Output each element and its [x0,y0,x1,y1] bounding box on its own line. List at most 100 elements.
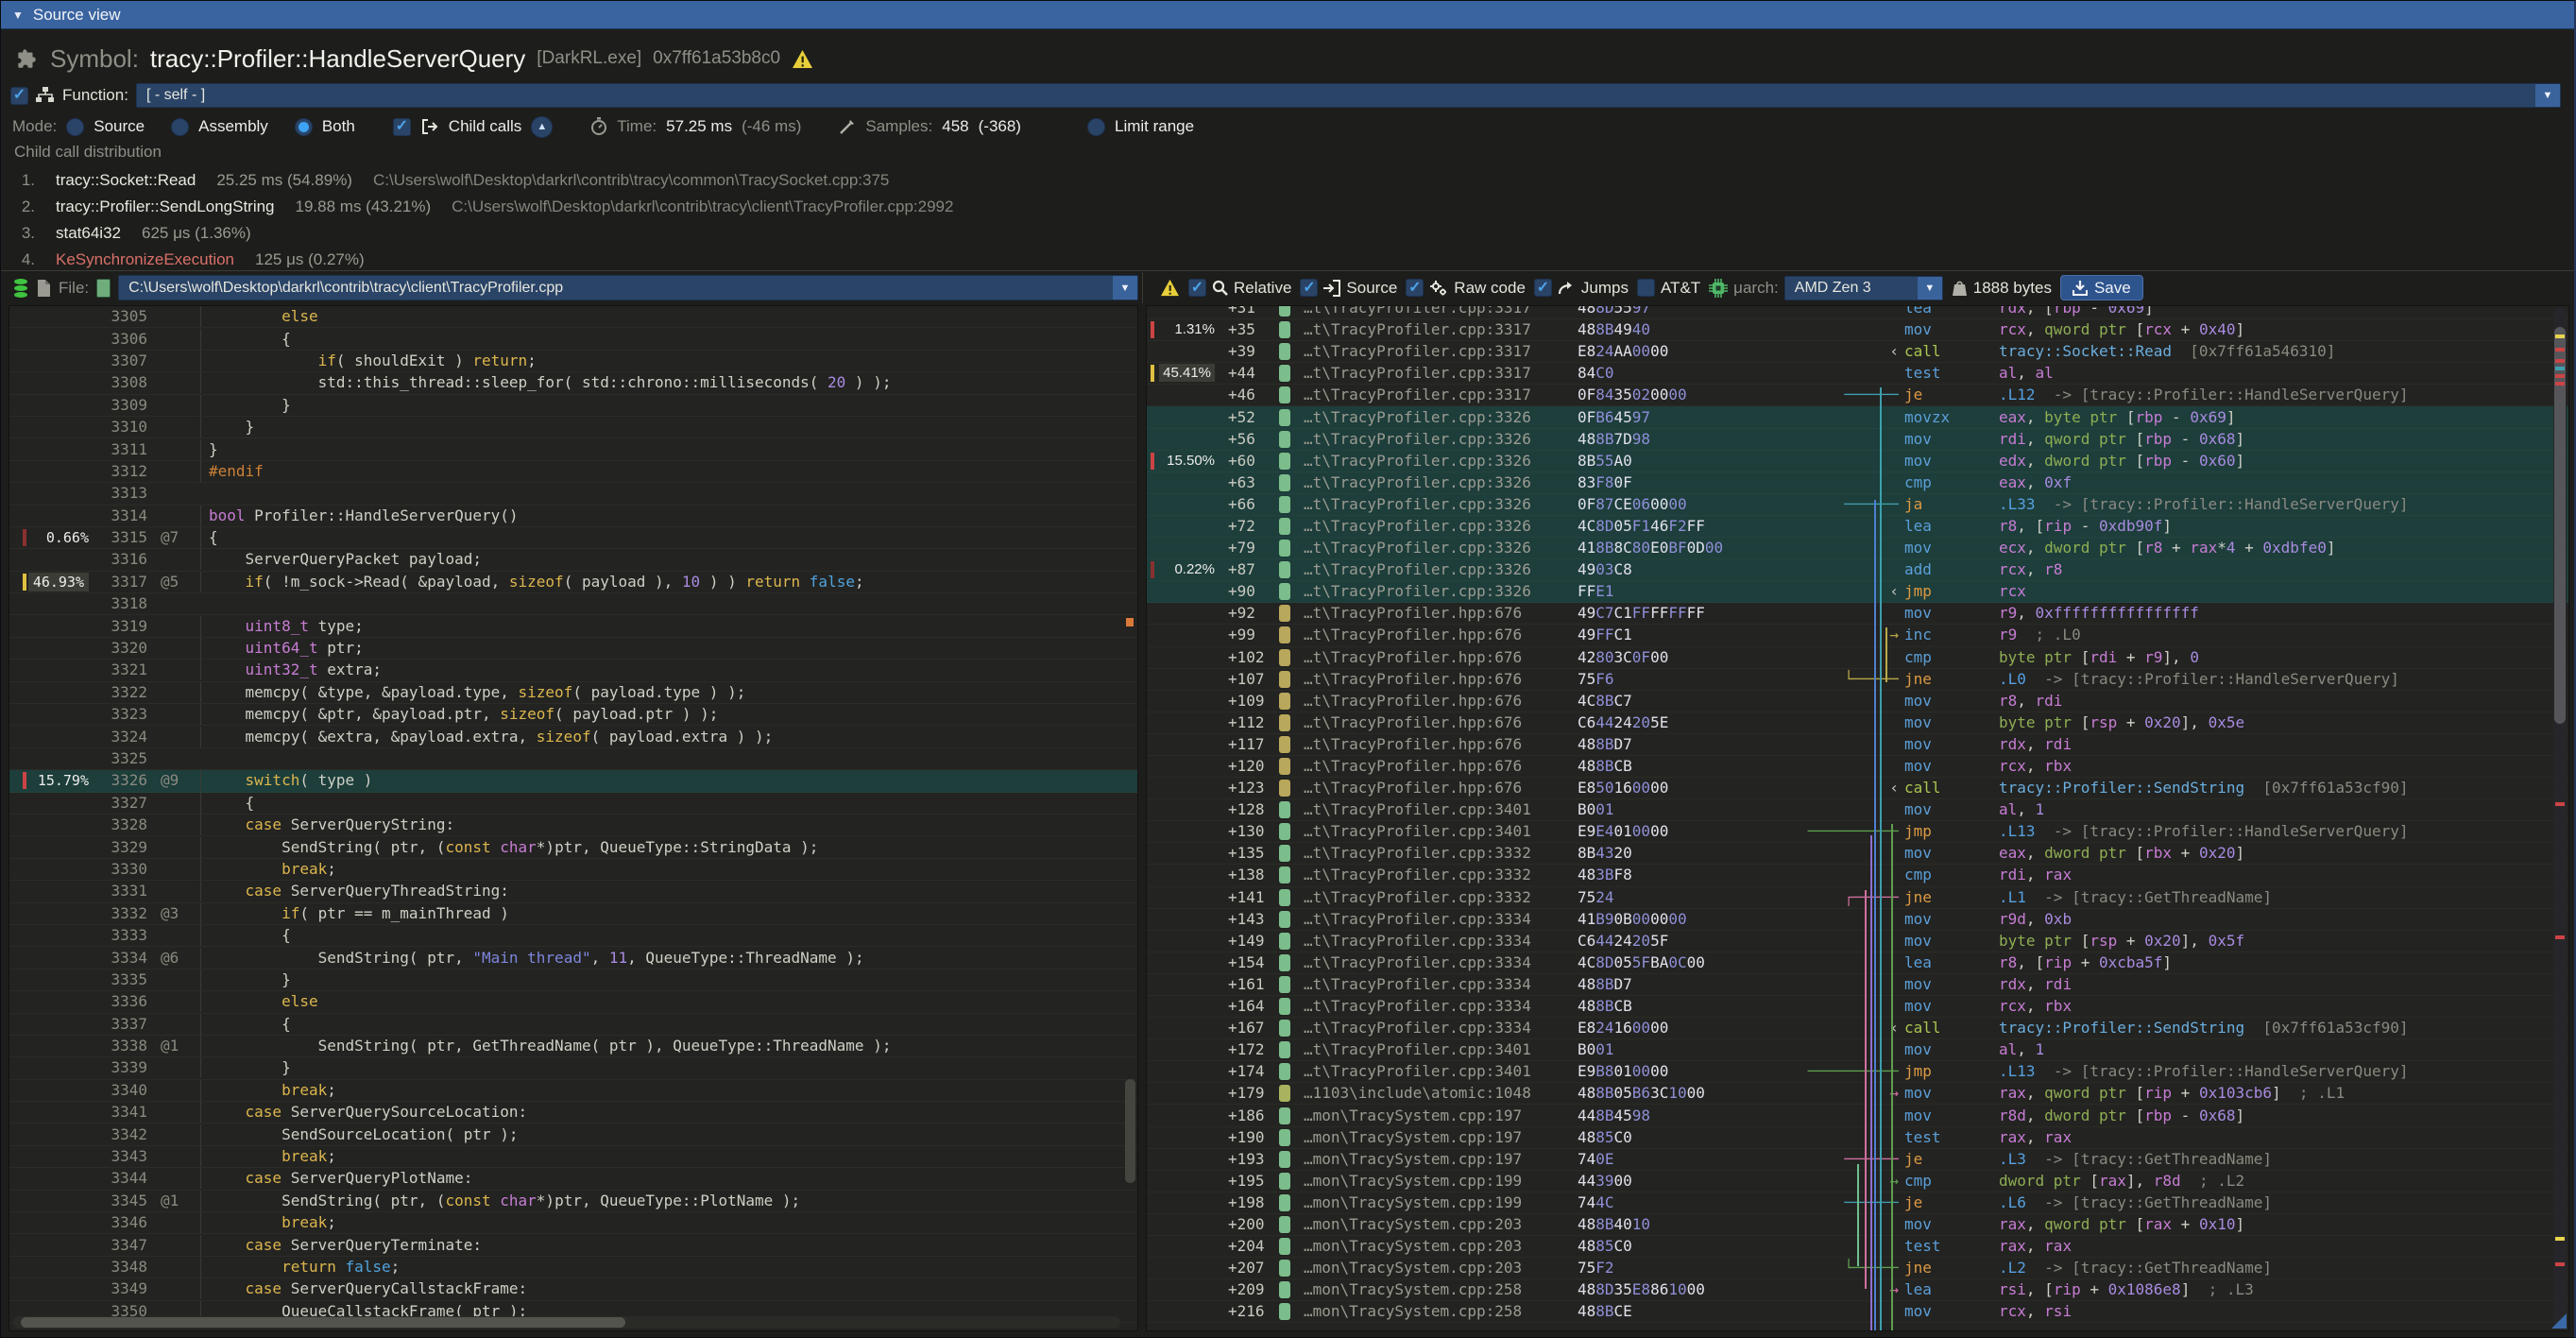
mode-radio-source[interactable] [66,118,84,136]
asm-mnemonic[interactable]: jne [1899,1258,1999,1278]
asm-instruction-row[interactable]: 45.41%+44…t\TracyProfiler.cpp:331784C0te… [1147,363,2568,385]
asm-source-location[interactable]: …t\TracyProfiler.cpp:3317 [1304,305,1578,318]
mode-radio-both[interactable] [295,118,313,136]
asm-offset[interactable]: +123 [1220,778,1279,798]
source-line[interactable]: 3313 [9,483,1137,505]
asm-offset[interactable]: +195 [1220,1171,1279,1192]
asm-mnemonic[interactable]: mov [1899,909,1999,930]
asm-offset[interactable]: +135 [1220,843,1279,864]
source-line[interactable]: 3337 { [9,1014,1137,1036]
asm-instruction-row[interactable]: +179…1103\include\atomic:1048488B05B63C1… [1147,1083,2568,1105]
asm-offset[interactable]: +209 [1220,1279,1279,1300]
asm-offset[interactable]: +120 [1220,756,1279,777]
source-line[interactable]: 3343 break; [9,1146,1137,1168]
child-calls-checkbox[interactable]: ✓ [393,118,411,136]
asm-mnemonic[interactable]: mov [1899,996,1999,1017]
save-button[interactable]: Save [2060,275,2143,300]
asm-source-location[interactable]: …t\TracyProfiler.hpp:676 [1304,603,1578,624]
att-label[interactable]: AT&T [1661,279,1700,298]
asm-instruction-row[interactable]: +120…t\TracyProfiler.hpp:676488BCBmovrcx… [1147,756,2568,778]
mode-source-label[interactable]: Source [94,117,145,136]
asm-source-location[interactable]: …t\TracyProfiler.cpp:3334 [1304,909,1578,930]
asm-source-location[interactable]: …mon\TracySystem.cpp:258 [1304,1301,1578,1322]
asm-source-location[interactable]: …mon\TracySystem.cpp:199 [1304,1171,1578,1192]
child-call-item[interactable]: 4.KeSynchronizeExecution125 μs (0.27%) [14,247,2565,269]
asm-instruction-row[interactable]: +209…mon\TracySystem.cpp:258488D35E88610… [1147,1279,2568,1301]
source-line[interactable]: 3342 SendSourceLocation( ptr ); [9,1124,1137,1145]
asm-source-location[interactable]: …t\TracyProfiler.cpp:3334 [1304,996,1578,1017]
function-select[interactable]: [ - self - ] ▼ [136,83,2561,108]
relative-label[interactable]: Relative [1234,279,1291,298]
asm-source-location[interactable]: …t\TracyProfiler.cpp:3326 [1304,516,1578,537]
mode-assembly-label[interactable]: Assembly [198,117,268,136]
line-number[interactable]: 3340 [96,1080,147,1101]
asm-source-location[interactable]: …t\TracyProfiler.cpp:3326 [1304,429,1578,450]
asm-offset[interactable]: +31 [1220,305,1279,318]
line-number[interactable]: 3349 [96,1278,147,1299]
asm-offset[interactable]: +172 [1220,1039,1279,1060]
line-number[interactable]: 3346 [96,1212,147,1233]
source-line[interactable]: 3306 { [9,328,1137,350]
asm-source-location[interactable]: …t\TracyProfiler.hpp:676 [1304,691,1578,712]
asm-instruction-row[interactable]: +174…t\TracyProfiler.cpp:3401E9B8010000─… [1147,1061,2568,1083]
source-line[interactable]: 3334@6 SendString( ptr, "Main thread", 1… [9,947,1137,969]
line-number[interactable]: 3315 [96,527,147,548]
line-number[interactable]: 3327 [96,793,147,814]
asm-mnemonic[interactable]: cmp [1899,865,1999,885]
source-line[interactable]: 3345@1 SendString( ptr, (const char*)ptr… [9,1191,1137,1212]
asm-mnemonic[interactable]: mov [1899,974,1999,995]
line-number[interactable]: 3347 [96,1235,147,1256]
asm-instruction-row[interactable]: +128…t\TracyProfiler.cpp:3401B001moval, … [1147,799,2568,821]
mode-radio-assembly[interactable] [171,118,189,136]
source-line[interactable]: 3325 [9,748,1137,770]
asm-mnemonic[interactable]: jmp [1899,1061,1999,1082]
asm-offset[interactable]: +79 [1220,538,1279,558]
asm-offset[interactable]: +102 [1220,647,1279,668]
asm-instruction-row[interactable]: +66…t\TracyProfiler.cpp:33260F87CE060000… [1147,494,2568,516]
asm-mnemonic[interactable]: mov [1899,429,1999,450]
asm-source-location[interactable]: …mon\TracySystem.cpp:197 [1304,1127,1578,1148]
asm-mnemonic[interactable]: mov [1899,1083,1999,1104]
line-number[interactable]: 3307 [96,351,147,371]
asm-offset[interactable]: +112 [1220,712,1279,733]
asm-offset[interactable]: +179 [1220,1083,1279,1104]
asm-instruction-row[interactable]: +63…t\TracyProfiler.cpp:332683F80Fcmpeax… [1147,472,2568,494]
collapse-child-calls-button[interactable]: ▲ [531,116,553,138]
asm-source-location[interactable]: …mon\TracySystem.cpp:197 [1304,1149,1578,1170]
source-line[interactable]: 3316 ServerQueryPacket payload; [9,549,1137,571]
asm-source-location[interactable]: …t\TracyProfiler.cpp:3326 [1304,407,1578,428]
asm-source-location[interactable]: …t\TracyProfiler.hpp:676 [1304,647,1578,668]
line-number[interactable]: 3348 [96,1257,147,1278]
asm-instruction-row[interactable]: +117…t\TracyProfiler.hpp:676488BD7movrdx… [1147,734,2568,756]
resize-grip[interactable] [2551,1313,2567,1329]
line-number[interactable]: 3313 [96,483,147,504]
line-number[interactable]: 3319 [96,616,147,637]
asm-mnemonic[interactable]: mov [1899,691,1999,712]
asm-source-location[interactable]: …t\TracyProfiler.hpp:676 [1304,625,1578,645]
source-line[interactable]: 3339 } [9,1057,1137,1079]
assembly-pane[interactable]: +31…t\TracyProfiler.cpp:3317488D5597lear… [1146,305,2569,1331]
line-number[interactable]: 3311 [96,439,147,460]
asm-source-location[interactable]: …t\TracyProfiler.cpp:3332 [1304,843,1578,864]
asm-offset[interactable]: +130 [1220,821,1279,842]
chevron-down-icon[interactable]: ▼ [2535,84,2560,107]
asm-mnemonic[interactable]: cmp [1899,647,1999,668]
asm-offset[interactable]: +200 [1220,1214,1279,1235]
asm-instruction-row[interactable]: +99…t\TracyProfiler.hpp:67649FFC1→incr9 … [1147,625,2568,646]
asm-offset[interactable]: +63 [1220,472,1279,493]
asm-offset[interactable]: +190 [1220,1127,1279,1148]
uarch-select[interactable]: AMD Zen 3 ▼ [1784,276,1943,300]
asm-mnemonic[interactable]: mov [1899,931,1999,952]
asm-mnemonic[interactable]: movzx [1899,407,1999,428]
asm-source-location[interactable]: …mon\TracySystem.cpp:203 [1304,1258,1578,1278]
source-line[interactable]: 3329 SendString( ptr, (const char*)ptr, … [9,836,1137,858]
line-number[interactable]: 3334 [96,948,147,969]
asm-mnemonic[interactable]: mov [1899,319,1999,340]
asm-source-location[interactable]: …t\TracyProfiler.cpp:3401 [1304,1061,1578,1082]
asm-source-location[interactable]: …t\TracyProfiler.cpp:3332 [1304,865,1578,885]
asm-instruction-row[interactable]: +112…t\TracyProfiler.hpp:676C64424205Emo… [1147,712,2568,734]
asm-source-location[interactable]: …mon\TracySystem.cpp:197 [1304,1106,1578,1126]
asm-mnemonic[interactable]: mov [1899,734,1999,755]
line-number[interactable]: 3326 [96,770,147,791]
raw-code-label[interactable]: Raw code [1454,279,1526,298]
